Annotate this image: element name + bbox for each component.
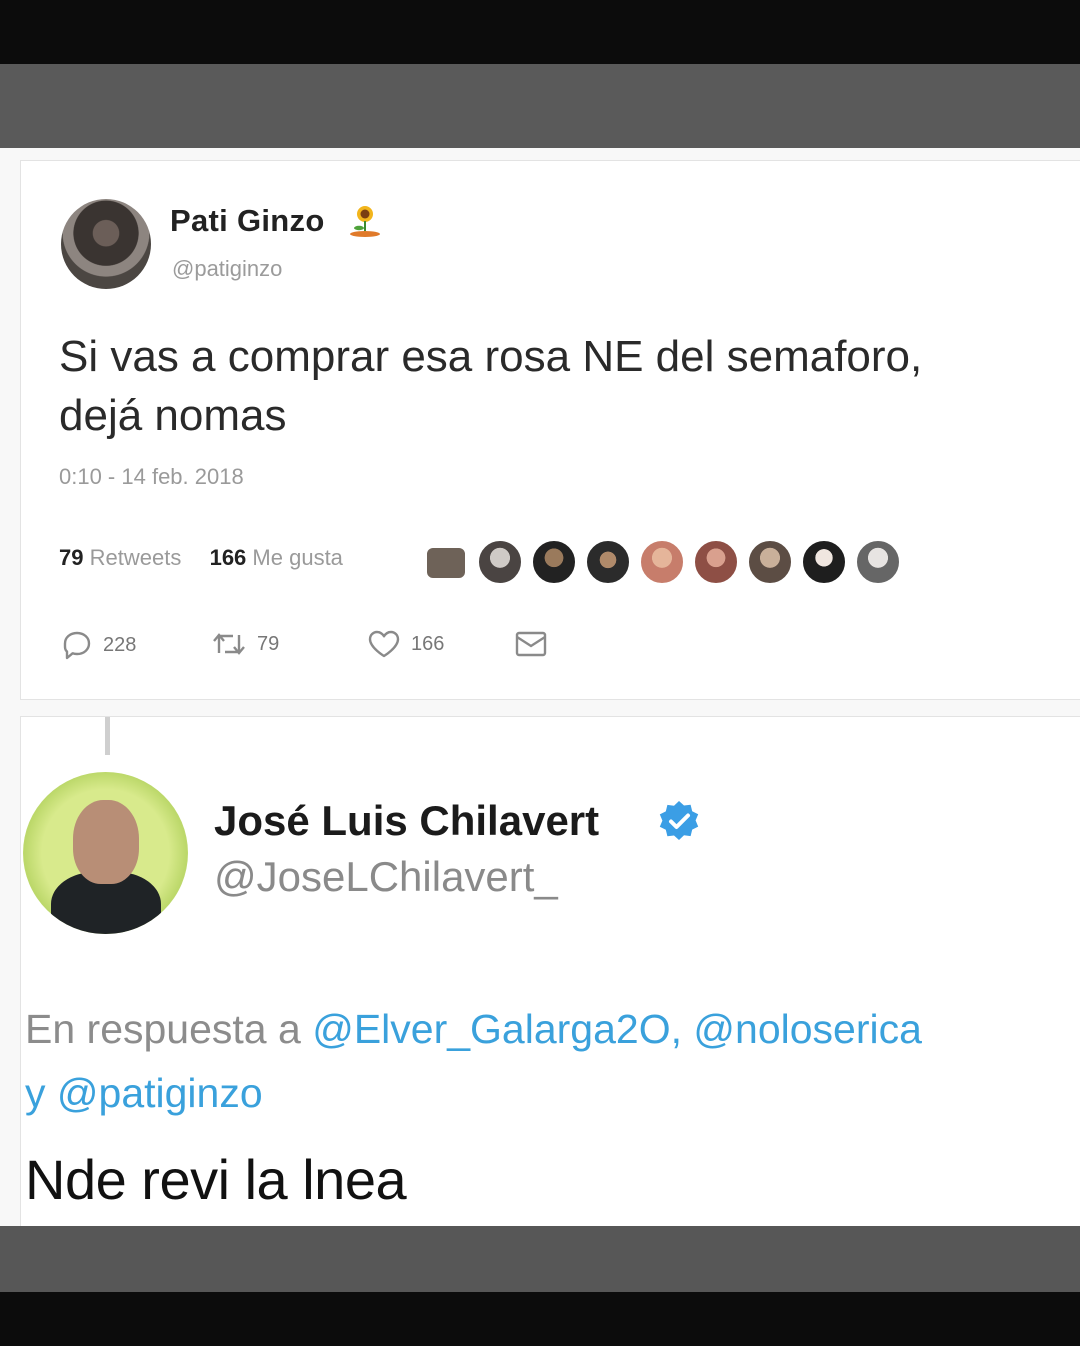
liker-avatar[interactable] [801, 539, 847, 585]
retweets-label[interactable]: Retweets [90, 545, 182, 570]
reply-icon [63, 631, 91, 660]
reply-context: En respuesta a @Elver_Galarga2O, @nolose… [25, 997, 1080, 1125]
reply-join: y [25, 1070, 46, 1116]
author-name[interactable]: Pati Ginzo [170, 203, 325, 239]
bottom-frame-band [0, 1226, 1080, 1292]
tweet-text-line: Si vas a comprar esa rosa NE del semafor… [59, 332, 923, 381]
verified-badge-icon [659, 801, 699, 840]
author-avatar[interactable] [61, 199, 151, 289]
liker-avatar[interactable] [531, 539, 577, 585]
thread-connector [105, 717, 110, 755]
likes-label[interactable]: Me gusta [252, 545, 343, 570]
author-name[interactable]: José Luis Chilavert [214, 797, 599, 845]
engagement-stats: 79 Retweets 166 Me gusta [59, 545, 343, 571]
top-frame-band [0, 64, 1080, 148]
mention-link[interactable]: @Elver_Galarga2O, [312, 1006, 682, 1052]
liker-avatar[interactable] [693, 539, 739, 585]
like-action[interactable]: 166 [367, 629, 444, 659]
tweet-text: Si vas a comprar esa rosa NE del semafor… [59, 327, 1059, 445]
sunflower-icon [350, 206, 380, 237]
tweet-card-original: Pati Ginzo @patiginzo Si vas a comprar e… [20, 160, 1080, 700]
message-action[interactable] [513, 629, 549, 659]
author-handle[interactable]: @JoseLChilavert_ [214, 853, 558, 901]
liker-avatar[interactable] [639, 539, 685, 585]
liker-avatar[interactable] [477, 539, 523, 585]
tweet-text-line: dejá nomas [59, 391, 287, 440]
reply-count: 228 [103, 633, 137, 656]
author-avatar[interactable] [23, 772, 188, 934]
liker-avatar[interactable] [425, 546, 467, 580]
mention-link[interactable]: @noloserica [693, 1006, 922, 1052]
liker-avatar[interactable] [585, 539, 631, 585]
liker-avatar[interactable] [747, 539, 793, 585]
reply-action[interactable]: 228 [61, 629, 136, 661]
envelope-icon [515, 631, 547, 657]
retweet-count: 79 [257, 632, 280, 655]
retweets-count[interactable]: 79 [59, 545, 83, 570]
screenshot-canvas: Pati Ginzo @patiginzo Si vas a comprar e… [0, 148, 1080, 1226]
liker-avatar[interactable] [855, 539, 901, 585]
author-handle[interactable]: @patiginzo [172, 256, 282, 282]
retweet-icon [213, 633, 245, 655]
mention-link[interactable]: @patiginzo [57, 1070, 263, 1116]
tweet-text: Nde revi la lnea [25, 1148, 407, 1211]
like-count: 166 [411, 632, 445, 655]
reply-prefix: En respuesta a [25, 1006, 301, 1052]
tweet-card-reply: José Luis Chilavert @JoseLChilavert_ En … [20, 716, 1080, 1226]
heart-icon [368, 630, 400, 658]
likes-count[interactable]: 166 [210, 545, 247, 570]
retweet-action[interactable]: 79 [211, 629, 279, 659]
tweet-timestamp[interactable]: 0:10 - 14 feb. 2018 [59, 464, 244, 490]
